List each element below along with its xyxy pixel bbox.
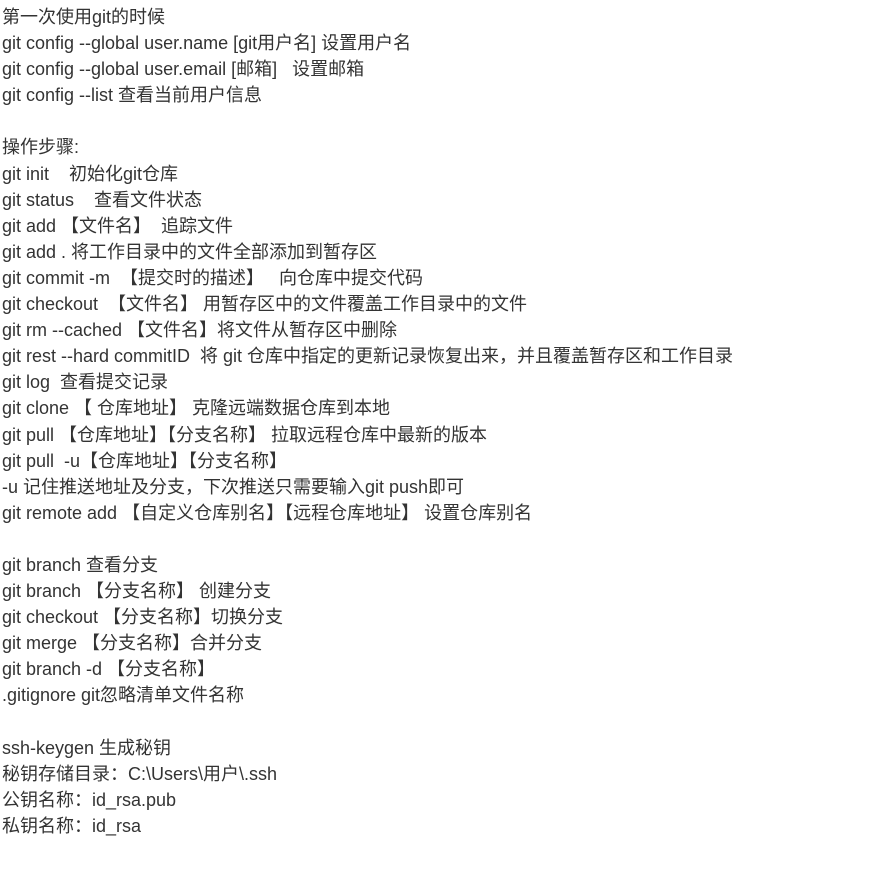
text-line: -u 记住推送地址及分支，下次推送只需要输入git push即可	[2, 474, 868, 500]
text-line: git add 【文件名】 追踪文件	[2, 213, 868, 239]
text-line: git config --global user.email [邮箱] 设置邮箱	[2, 56, 868, 82]
text-line: 第一次使用git的时候	[2, 4, 868, 30]
text-line: git rest --hard commitID 将 git 仓库中指定的更新记…	[2, 343, 868, 369]
text-line: git pull -u【仓库地址】【分支名称】	[2, 448, 868, 474]
text-line: git status 查看文件状态	[2, 187, 868, 213]
text-line: 操作步骤:	[2, 134, 868, 160]
text-line: git checkout 【文件名】 用暂存区中的文件覆盖工作目录中的文件	[2, 291, 868, 317]
text-line: git remote add 【自定义仓库别名】【远程仓库地址】 设置仓库别名	[2, 500, 868, 526]
text-line: git init 初始化git仓库	[2, 161, 868, 187]
text-line: git clone 【 仓库地址】 克隆远端数据仓库到本地	[2, 395, 868, 421]
text-line: ssh-keygen 生成秘钥	[2, 735, 868, 761]
document-content: 第一次使用git的时候 git config --global user.nam…	[2, 4, 868, 839]
text-line: git branch 【分支名称】 创建分支	[2, 578, 868, 604]
text-line: git rm --cached 【文件名】将文件从暂存区中删除	[2, 317, 868, 343]
text-line: 秘钥存储目录：C:\Users\用户\.ssh	[2, 761, 868, 787]
text-line: git commit -m 【提交时的描述】 向仓库中提交代码	[2, 265, 868, 291]
text-line: git checkout 【分支名称】切换分支	[2, 604, 868, 630]
blank-line	[2, 108, 868, 134]
text-line: .gitignore git忽略清单文件名称	[2, 682, 868, 708]
text-line: git config --list 查看当前用户信息	[2, 82, 868, 108]
text-line: git config --global user.name [git用户名] 设…	[2, 30, 868, 56]
text-line: git pull 【仓库地址】【分支名称】 拉取远程仓库中最新的版本	[2, 422, 868, 448]
text-line: git log 查看提交记录	[2, 369, 868, 395]
text-line: 私钥名称：id_rsa	[2, 813, 868, 839]
text-line: git add . 将工作目录中的文件全部添加到暂存区	[2, 239, 868, 265]
blank-line	[2, 526, 868, 552]
blank-line	[2, 709, 868, 735]
text-line: git branch 查看分支	[2, 552, 868, 578]
text-line: 公钥名称：id_rsa.pub	[2, 787, 868, 813]
text-line: git merge 【分支名称】合并分支	[2, 630, 868, 656]
text-line: git branch -d 【分支名称】	[2, 656, 868, 682]
